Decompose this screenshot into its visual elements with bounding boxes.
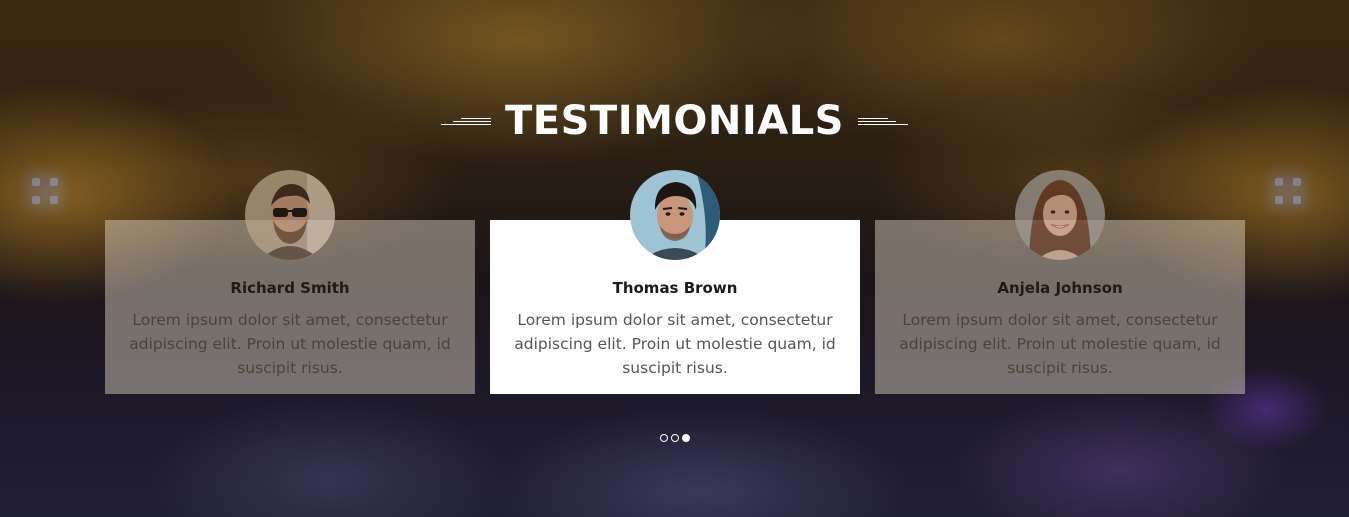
testimonial-quote: Lorem ipsum dolor sit amet, consectetur … bbox=[514, 311, 836, 377]
testimonial-name: Anjela Johnson bbox=[997, 279, 1123, 297]
pagination-dot-3[interactable] bbox=[682, 434, 690, 442]
carousel-pagination bbox=[660, 434, 690, 442]
man-sunglasses-avatar bbox=[245, 170, 335, 260]
testimonial-card-richard-smith[interactable]: Richard Smith Lorem ipsum dolor sit amet… bbox=[105, 170, 475, 394]
testimonial-name: Thomas Brown bbox=[612, 279, 738, 297]
testimonial-quote: Lorem ipsum dolor sit amet, consectetur … bbox=[899, 311, 1221, 377]
man-dark-hair-avatar bbox=[630, 170, 720, 260]
testimonial-name: Richard Smith bbox=[230, 279, 350, 297]
testimonial-card-anjela-johnson[interactable]: Anjela Johnson Lorem ipsum dolor sit ame… bbox=[875, 170, 1245, 394]
woman-smiling-avatar bbox=[1015, 170, 1105, 260]
testimonial-card-thomas-brown[interactable]: Thomas Brown Lorem ipsum dolor sit amet,… bbox=[490, 170, 860, 394]
pagination-dot-2[interactable] bbox=[671, 434, 679, 442]
pagination-dot-1[interactable] bbox=[660, 434, 668, 442]
testimonial-quote: Lorem ipsum dolor sit amet, consectetur … bbox=[129, 311, 451, 377]
